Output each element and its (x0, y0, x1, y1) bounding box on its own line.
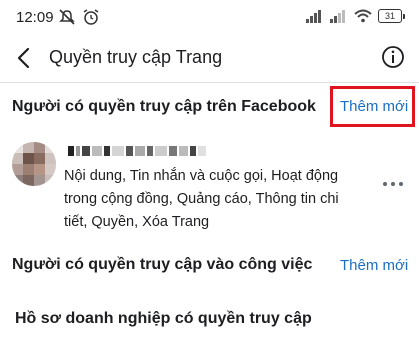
app-bar: Quyền truy cập Trang (0, 34, 419, 83)
page-title: Quyền truy cập Trang (49, 47, 223, 67)
battery-icon: 31 (378, 9, 405, 23)
mute-icon (59, 9, 75, 25)
wifi-icon (354, 9, 372, 23)
status-time: 12:09 (16, 9, 54, 26)
permissions-text: Nội dung, Tin nhắn và cuộc gọi, Hoạt độn… (64, 168, 339, 230)
task-access-header: Người có quyền truy cập vào công việc (12, 256, 313, 273)
redacted-name (68, 146, 206, 156)
status-right-icons: 31 (306, 9, 405, 23)
business-access-header: Hồ sơ doanh nghiệp có quyền truy cập (15, 310, 312, 327)
info-icon[interactable] (381, 45, 405, 69)
alarm-icon (83, 9, 99, 25)
more-options-icon[interactable] (381, 178, 405, 190)
avatar[interactable] (12, 142, 56, 186)
battery-level: 31 (378, 9, 402, 23)
signal-icon (330, 10, 345, 23)
highlight-box (330, 86, 415, 127)
signal-icon (306, 10, 321, 23)
status-left-icons (58, 8, 100, 26)
add-task-access-link[interactable]: Thêm mới (340, 257, 408, 274)
facebook-access-header: Người có quyền truy cập trên Facebook (12, 98, 316, 115)
status-bar: 12:09 31 (0, 0, 419, 34)
back-arrow-icon[interactable] (10, 44, 38, 72)
